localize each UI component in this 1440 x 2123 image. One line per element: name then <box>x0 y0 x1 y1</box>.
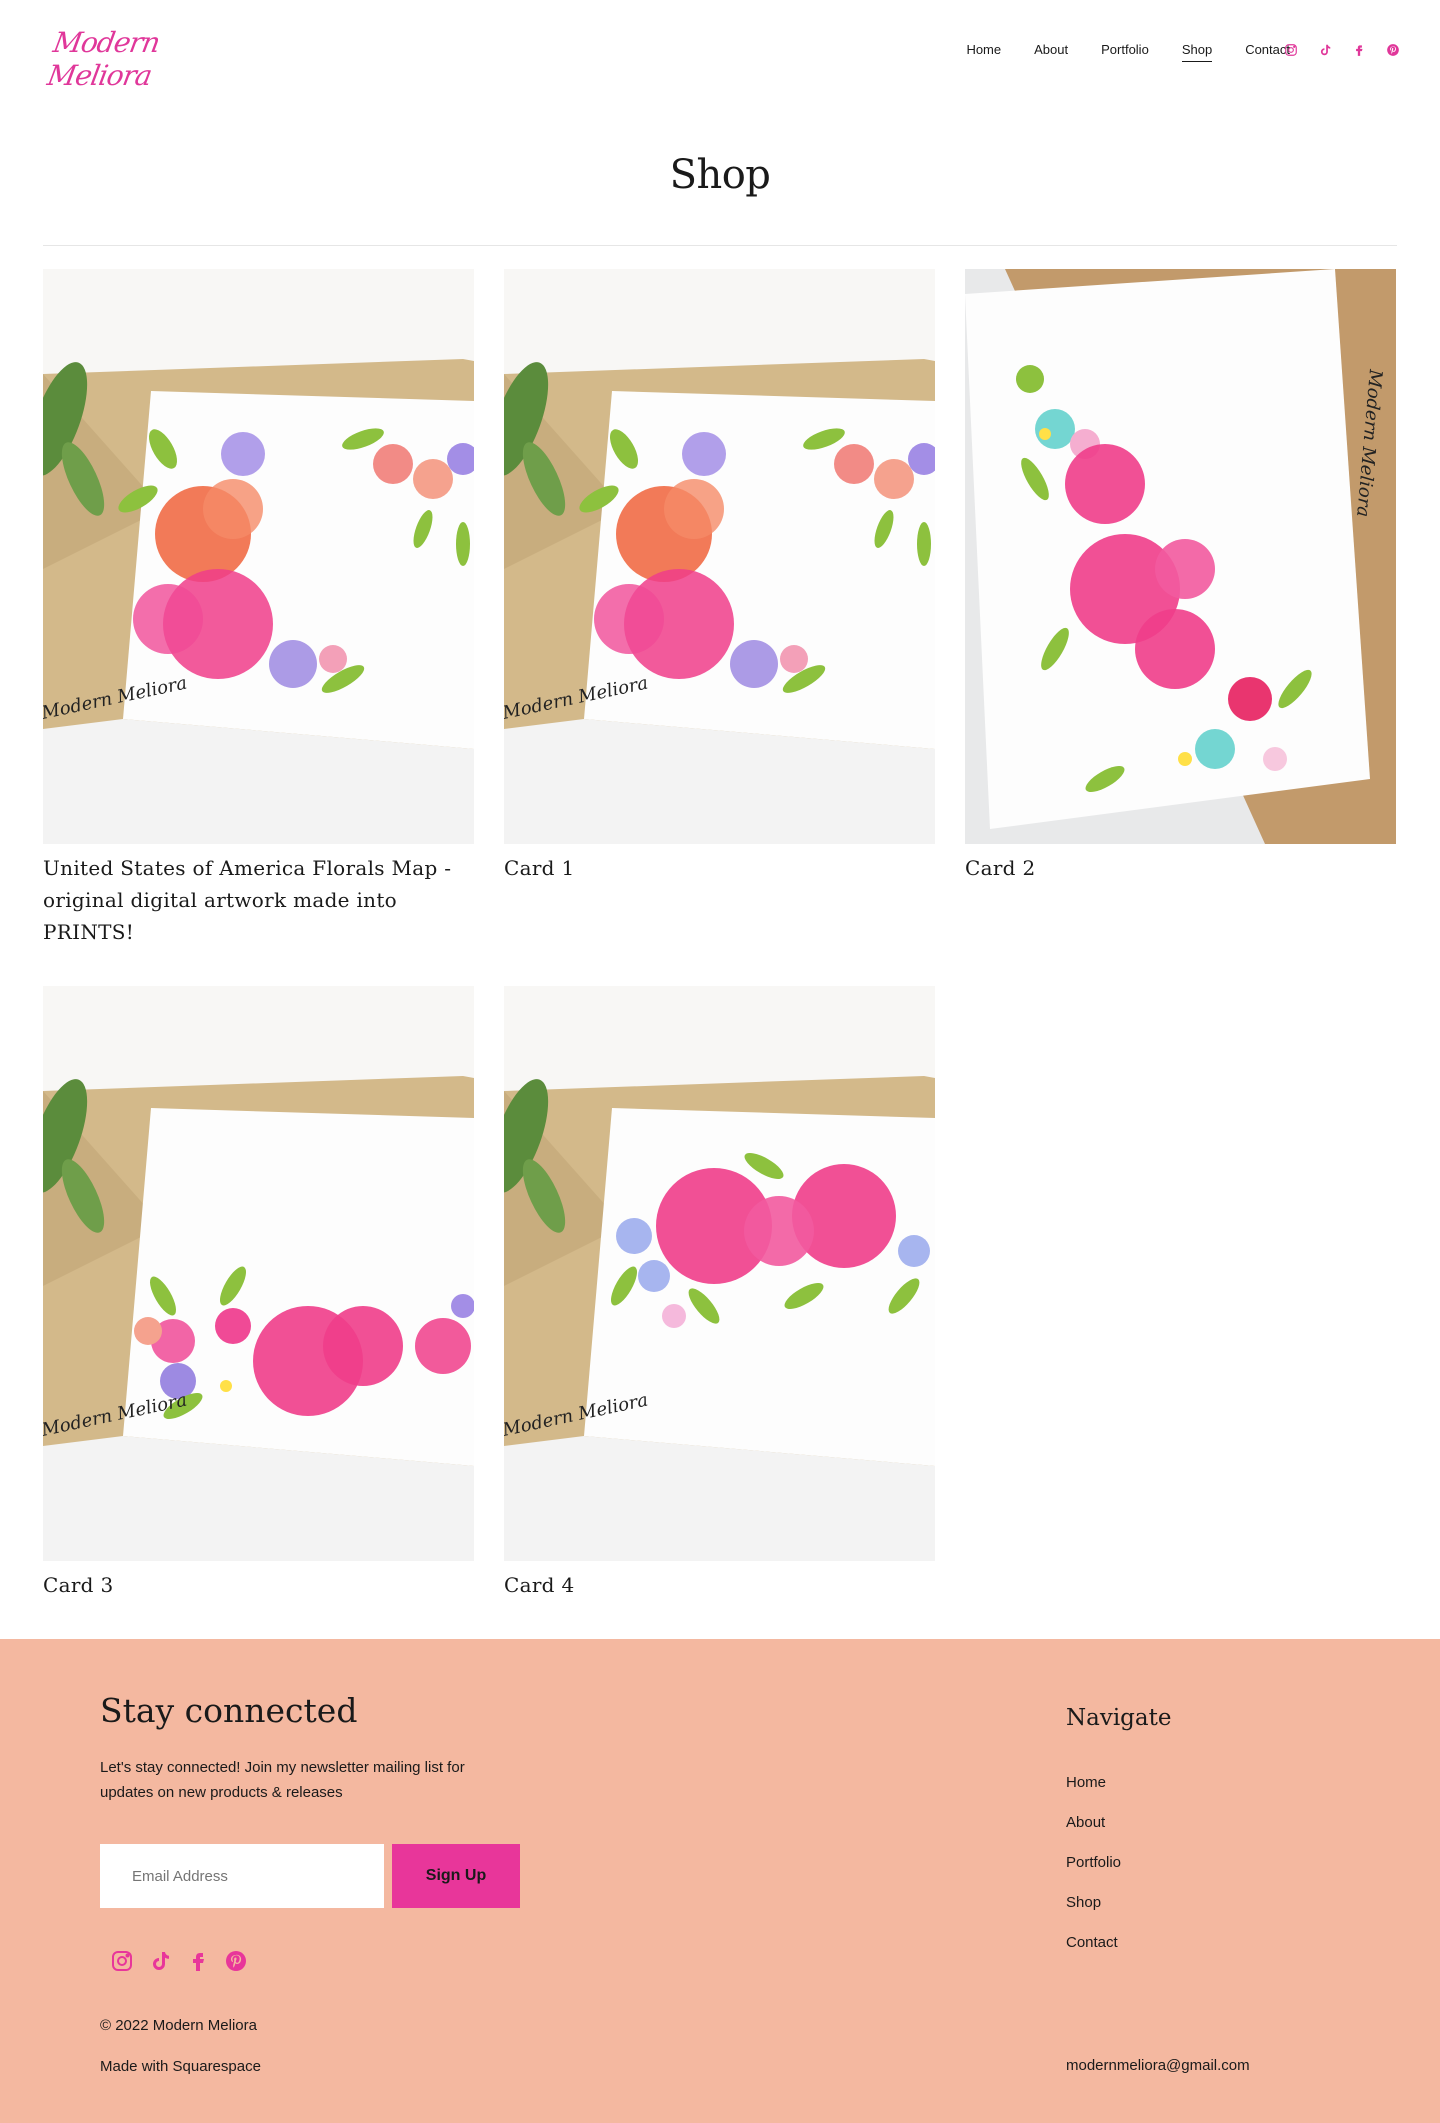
product-image[interactable]: Modern Meliora <box>43 986 474 1561</box>
logo[interactable]: Modern Meliora <box>45 26 206 92</box>
footer-nav-home[interactable]: Home <box>1066 1763 1121 1803</box>
product-image[interactable]: Modern Meliora <box>504 986 935 1561</box>
pinterest-icon[interactable] <box>1386 43 1400 57</box>
instagram-icon[interactable] <box>1284 43 1298 57</box>
nav-shop[interactable]: Shop <box>1181 42 1213 62</box>
sign-up-button[interactable]: Sign Up <box>392 1844 520 1908</box>
tiktok-icon[interactable] <box>148 1949 172 1973</box>
product-title[interactable]: United States of America Florals Map - o… <box>43 852 474 948</box>
product-title[interactable]: Card 1 <box>504 852 935 884</box>
product-image[interactable]: Modern Meliora <box>43 269 474 844</box>
facebook-icon[interactable] <box>186 1949 210 1973</box>
tiktok-icon[interactable] <box>1318 43 1332 57</box>
pinterest-icon[interactable] <box>224 1949 248 1973</box>
product-grid: Modern Meliora United States of America … <box>0 246 1440 1601</box>
product-card[interactable]: Modern Meliora United States of America … <box>43 269 474 948</box>
page-title: Shop <box>669 152 771 198</box>
header-social <box>1284 43 1400 57</box>
made-with[interactable]: Made with Squarespace <box>100 2058 261 2075</box>
footer-nav-shop[interactable]: Shop <box>1066 1883 1121 1923</box>
nav-portfolio[interactable]: Portfolio <box>1101 42 1149 62</box>
product-image[interactable]: Modern Meliora <box>965 269 1396 844</box>
product-card[interactable]: Modern Meliora Card 4 <box>504 986 935 1601</box>
newsletter-heading: Stay connected <box>100 1691 358 1730</box>
main-nav: Home About Portfolio Shop Contact <box>933 42 1290 62</box>
footer-nav-about[interactable]: About <box>1066 1803 1121 1843</box>
product-card[interactable]: Modern Meliora Card 1 <box>504 269 935 948</box>
product-card[interactable]: Modern Meliora Card 3 <box>43 986 474 1601</box>
footer-nav: Home About Portfolio Shop Contact <box>1066 1763 1121 1963</box>
site-header: Modern Meliora Home About Portfolio Shop… <box>0 0 1440 102</box>
nav-home[interactable]: Home <box>966 42 1001 62</box>
product-card[interactable]: Modern Meliora Card 2 <box>965 269 1396 948</box>
instagram-icon[interactable] <box>110 1949 134 1973</box>
site-footer: Stay connected Let's stay connected! Joi… <box>0 1639 1440 2123</box>
footer-nav-portfolio[interactable]: Portfolio <box>1066 1843 1121 1883</box>
facebook-icon[interactable] <box>1352 43 1366 57</box>
footer-social <box>110 1949 248 1973</box>
footer-nav-heading: Navigate <box>1066 1705 1172 1731</box>
footer-nav-contact[interactable]: Contact <box>1066 1923 1121 1963</box>
contact-email[interactable]: modernmeliora@gmail.com <box>1066 2057 1250 2074</box>
copyright: © 2022 Modern Meliora <box>100 2017 257 2034</box>
email-field[interactable] <box>100 1844 384 1908</box>
newsletter-description: Let's stay connected! Join my newsletter… <box>100 1759 465 1801</box>
product-image[interactable]: Modern Meliora <box>504 269 935 844</box>
product-title[interactable]: Card 3 <box>43 1569 474 1601</box>
product-title[interactable]: Card 4 <box>504 1569 935 1601</box>
nav-about[interactable]: About <box>1034 42 1068 62</box>
product-title[interactable]: Card 2 <box>965 852 1396 884</box>
